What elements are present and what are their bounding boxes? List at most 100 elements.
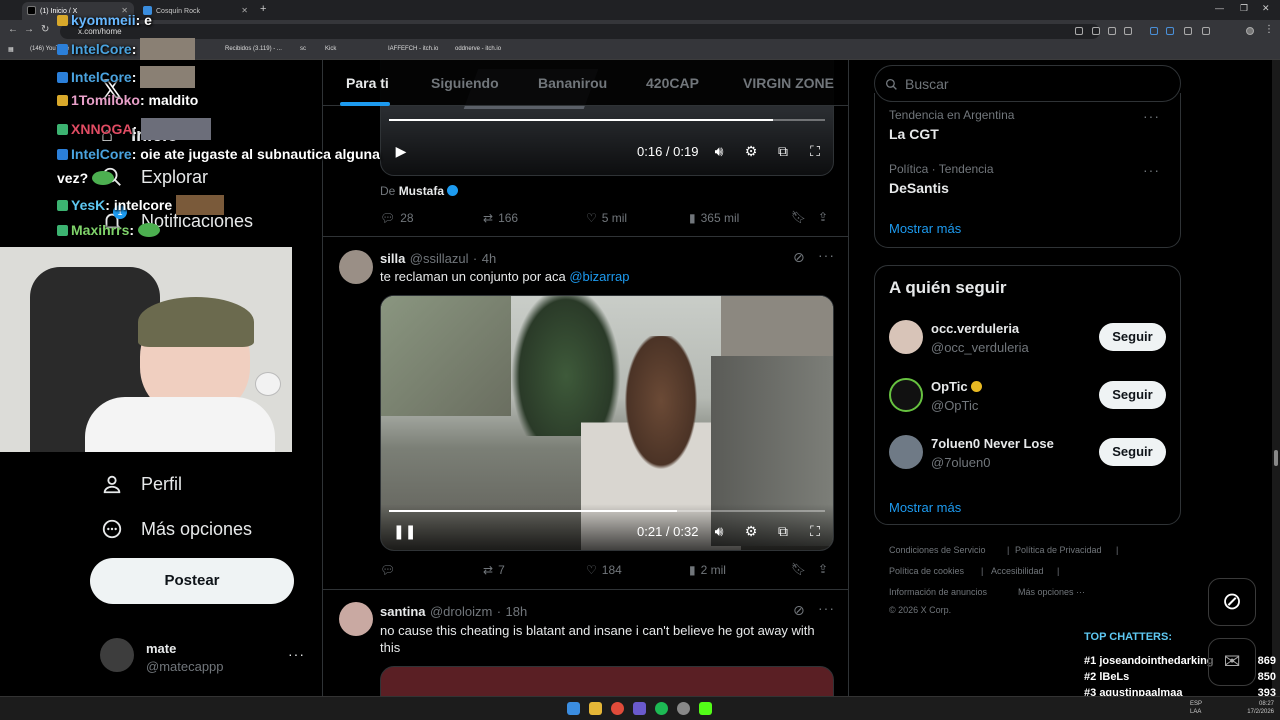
pause-icon[interactable]: ❚❚ [393,523,416,539]
obs-icon[interactable] [677,702,690,715]
tab-bananirou[interactable]: Bananirou [538,75,607,91]
page-scrollbar[interactable] [1272,60,1280,696]
browser-menu-icon[interactable]: ⋮ [1264,24,1274,35]
more-dots-icon[interactable]: ··· [818,247,835,263]
forward-icon[interactable]: → [24,24,34,35]
volume-icon[interactable]: 🔊︎ [711,143,727,159]
repost-button[interactable]: ⇄ 7 [483,563,505,577]
kick-icon[interactable] [699,702,712,715]
tweet[interactable]: silla @ssillazul · 4h ⊘ ··· te reclaman … [323,237,848,590]
follow-suggestion[interactable]: 7oluen0 Never Lose @7oluen0 Seguir [875,431,1180,483]
show-more-trends[interactable]: Mostrar más [889,221,961,236]
repost-button[interactable]: ⇄ 166 [483,211,518,225]
post-button[interactable]: Postear [90,558,294,604]
tab-virgin-zone[interactable]: VIRGIN ZONE [743,75,834,91]
footer-cookies[interactable]: Política de cookies [889,566,964,576]
reply-button[interactable]: 💬︎ [380,563,400,577]
tab-siguiendo[interactable]: Siguiendo [431,75,499,91]
more-dots-icon[interactable]: ··· [818,600,835,616]
bookmark-icon[interactable]: 🔖︎ [791,562,806,576]
zoom-icon[interactable] [1075,27,1083,35]
trend-item[interactable]: Tendencia en Argentina La CGT [889,108,1014,142]
back-icon[interactable]: ← [8,24,18,35]
share-icon[interactable]: ⇪ [818,210,828,224]
cast-icon[interactable] [1092,27,1100,35]
extension-icon[interactable] [1184,27,1192,35]
play-icon[interactable]: ▶ [393,143,409,159]
follow-button[interactable]: Seguir [1099,381,1166,409]
footer-terms[interactable]: Condiciones de Servicio [889,545,986,555]
picture-in-picture-icon[interactable]: ⧉ [775,523,791,539]
clock[interactable]: 08:27 17/2/2026 [1240,700,1274,716]
scrollbar-thumb[interactable] [1274,450,1278,466]
tweet-time[interactable]: 18h [506,604,528,619]
like-button[interactable]: ♡ 184 [586,563,622,577]
minimize-icon[interactable]: — [1215,3,1224,13]
follow-button[interactable]: Seguir [1099,438,1166,466]
picture-in-picture-icon[interactable]: ⧉ [775,143,791,159]
video-player[interactable]: ❚❚ 0:21 / 0:32 🔊︎ ⚙ ⧉ ⛶ [380,295,834,551]
tweet[interactable]: santina @droloizm · 18h ⊘ ··· no cause t… [323,590,848,696]
views-button[interactable]: ▮ 2 mil [689,563,726,577]
fullscreen-icon[interactable]: ⛶ [807,523,823,539]
account-switcher[interactable]: mate @matecappp ··· [90,632,316,682]
video-player[interactable] [380,666,834,696]
follow-suggestion[interactable]: OpTic @OpTic Seguir [875,374,1180,426]
maximize-icon[interactable]: ❐ [1240,3,1248,14]
eye-icon[interactable] [1108,27,1116,35]
grok-icon[interactable]: ⊘ [793,602,805,619]
bookmark-itch-1[interactable]: IAFFEFCH - itch.io [388,46,438,52]
star-icon[interactable] [1124,27,1132,35]
views-button[interactable]: ▮ 365 mil [689,211,739,225]
discord-icon[interactable] [633,702,646,715]
grok-floating-icon[interactable]: ⊘ [1208,578,1256,626]
avatar[interactable] [339,250,373,284]
reload-icon[interactable]: ↻ [41,24,49,35]
follow-button[interactable]: Seguir [1099,323,1166,351]
search-icon [885,78,897,90]
language-indicator[interactable]: ESP LAA [1190,700,1202,716]
close-window-icon[interactable]: ✕ [1262,3,1270,14]
avatar[interactable] [339,602,373,636]
mention-link[interactable]: @bizarrap [569,269,629,284]
video-source-name[interactable]: Mustafa [399,184,444,198]
like-button[interactable]: ♡ 5 mil [586,211,627,225]
share-icon[interactable]: ⇪ [818,562,828,576]
footer-more-options[interactable]: Más opciones ··· [1018,587,1085,597]
file-explorer-icon[interactable] [589,702,602,715]
tweet-time[interactable]: 4h [482,251,496,266]
nav-item-more[interactable]: Más opciones [101,518,252,540]
messages-envelope-icon[interactable]: ✉ [1208,638,1256,686]
reply-button[interactable]: 💬︎ 28 [380,211,414,225]
volume-icon[interactable]: 🔊︎ [711,523,727,539]
extension-icon[interactable] [1150,27,1158,35]
spotify-icon[interactable] [655,702,668,715]
bookmark-itch-2[interactable]: oddnerve - itch.io [455,46,501,52]
settings-gear-icon[interactable]: ⚙ [743,523,759,539]
footer-privacy[interactable]: Política de Privacidad [1015,545,1102,555]
nav-item-profile[interactable]: Perfil [101,473,182,495]
settings-gear-icon[interactable]: ⚙ [743,143,759,159]
windows-start-icon[interactable] [567,702,580,715]
author-name[interactable]: silla [380,251,405,266]
apps-grid-icon[interactable]: ▦ [8,46,14,53]
chrome-icon[interactable] [611,702,624,715]
author-name[interactable]: santina [380,604,426,619]
more-dots-icon[interactable]: ··· [1143,108,1160,124]
bookmark-icon[interactable]: 🔖︎ [791,210,806,224]
grok-icon[interactable]: ⊘ [793,249,805,266]
windows-taskbar: ESP LAA 08:27 17/2/2026 [0,696,1280,720]
video-progress-bar[interactable] [389,119,825,121]
more-dots-icon[interactable]: ··· [1143,162,1160,178]
footer-accessibility[interactable]: Accesibilidad [991,566,1044,576]
profile-avatar-icon[interactable] [1246,27,1254,35]
show-more-suggestions[interactable]: Mostrar más [889,500,961,515]
extensions-puzzle-icon[interactable] [1202,27,1210,35]
trend-item[interactable]: Política · Tendencia DeSantis [889,162,994,196]
video-progress-bar[interactable] [389,510,825,512]
extension-icon[interactable] [1166,27,1174,35]
footer-ads-info[interactable]: Información de anuncios [889,587,987,597]
follow-suggestion[interactable]: occ.verduleria @occ_verduleria Seguir [875,316,1180,368]
fullscreen-icon[interactable]: ⛶ [807,143,823,159]
tab-420cap[interactable]: 420CAP [646,75,699,91]
